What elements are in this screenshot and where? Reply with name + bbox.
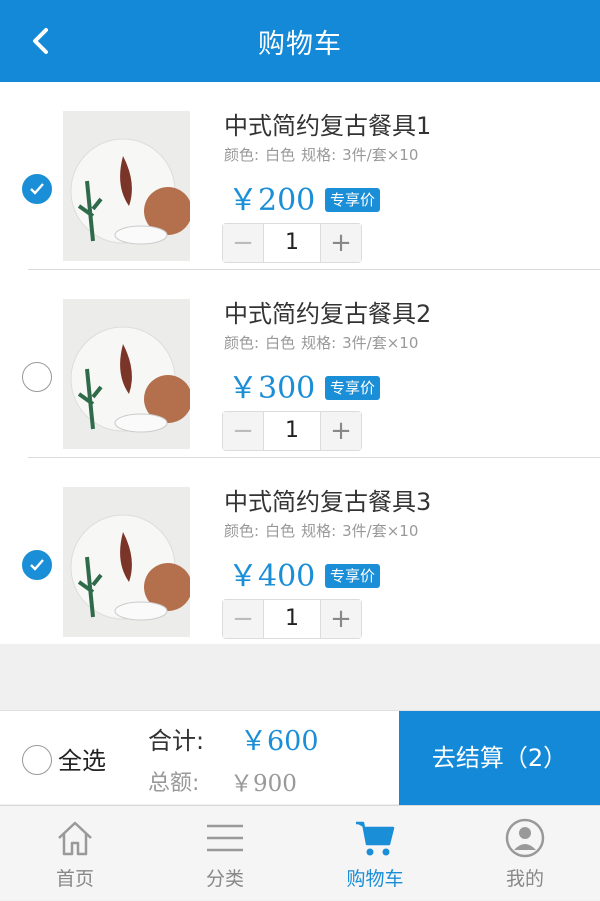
checkout-button[interactable]: 去结算（2） <box>399 711 600 805</box>
product-spec: 颜色: 白色 规格: 3件/套×10 <box>224 334 419 352</box>
home-icon <box>58 821 92 856</box>
quantity-stepper: − 1 + <box>222 411 362 451</box>
exclusive-price-tag: 专享价 <box>325 564 381 588</box>
product-spec: 颜色: 白色 规格: 3件/套×10 <box>224 146 419 164</box>
cart-item: 中式简约复古餐具1 颜色: 白色 规格: 3件/套×10 ￥200 专享价 − 1 + <box>0 82 600 270</box>
product-image[interactable] <box>63 299 190 449</box>
product-image[interactable] <box>63 487 190 637</box>
quantity-value[interactable]: 1 <box>263 224 321 262</box>
increase-button[interactable]: + <box>321 224 361 262</box>
tab-category[interactable]: 分类 <box>150 806 300 901</box>
exclusive-price-tag: 专享价 <box>325 188 381 212</box>
decrease-button[interactable]: − <box>223 600 263 638</box>
product-name: 中式简约复古餐具3 <box>224 488 432 516</box>
product-name: 中式简约复古餐具1 <box>224 112 432 140</box>
decrease-button[interactable]: − <box>223 224 263 262</box>
select-all-checkbox[interactable] <box>22 745 52 775</box>
item-checkbox[interactable] <box>22 362 52 392</box>
cart-icon <box>356 821 395 856</box>
page-title: 购物车 <box>258 28 342 60</box>
total-value: ￥900 <box>230 771 297 797</box>
cart-item: 中式简约复古餐具3 颜色: 白色 规格: 3件/套×10 ￥400 专享价 − 1 + <box>0 458 600 646</box>
item-checkbox[interactable] <box>22 550 52 580</box>
checkmark-icon <box>30 183 44 195</box>
select-all-label[interactable]: 全选 <box>58 741 106 776</box>
decrease-button[interactable]: − <box>223 412 263 450</box>
quantity-value[interactable]: 1 <box>263 412 321 450</box>
menu-icon <box>207 824 243 852</box>
cart-item: 中式简约复古餐具2 颜色: 白色 规格: 3件/套×10 ￥300 专享价 − 1 + <box>0 270 600 458</box>
bottom-tab-bar: 首页 分类 购物车 我的 <box>0 805 600 900</box>
increase-button[interactable]: + <box>321 412 361 450</box>
user-icon <box>505 818 545 858</box>
product-name: 中式简约复古餐具2 <box>224 300 432 328</box>
checkmark-icon <box>30 559 44 571</box>
product-price: ￥300 <box>228 371 316 406</box>
exclusive-price-tag: 专享价 <box>325 376 381 400</box>
item-checkbox[interactable] <box>22 174 52 204</box>
quantity-stepper: − 1 + <box>222 223 362 263</box>
tab-home[interactable]: 首页 <box>0 806 150 901</box>
product-price: ￥200 <box>228 183 316 218</box>
product-price: ￥400 <box>228 559 316 594</box>
product-image[interactable] <box>63 111 190 261</box>
subtotal-label: 合计: <box>148 727 205 755</box>
cart-summary-bar: 全选 合计: ￥600 总额: ￥900 去结算（2） <box>0 710 600 805</box>
quantity-value[interactable]: 1 <box>263 600 321 638</box>
cart-list: 中式简约复古餐具1 颜色: 白色 规格: 3件/套×10 ￥200 专享价 − 1 +… <box>0 82 600 644</box>
tab-mine[interactable]: 我的 <box>450 806 600 901</box>
subtotal-value: ￥600 <box>240 726 319 757</box>
total-label: 总额: <box>148 771 200 796</box>
quantity-stepper: − 1 + <box>222 599 362 639</box>
product-spec: 颜色: 白色 规格: 3件/套×10 <box>224 522 419 540</box>
increase-button[interactable]: + <box>321 600 361 638</box>
back-arrow-icon[interactable] <box>26 26 56 56</box>
header: 购物车 <box>0 0 600 82</box>
tab-cart[interactable]: 购物车 <box>300 806 450 901</box>
